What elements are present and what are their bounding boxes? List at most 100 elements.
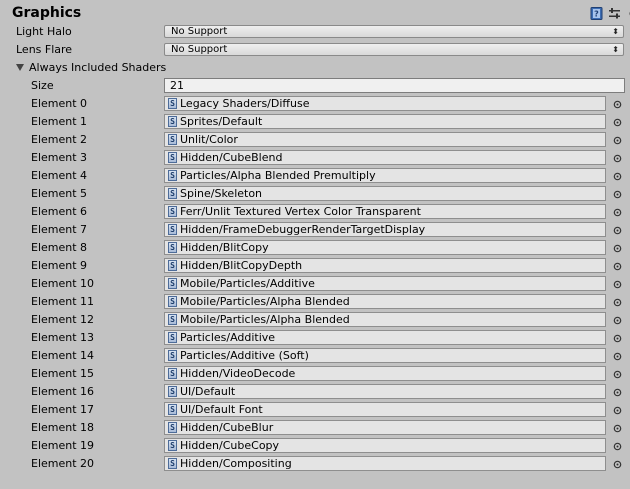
shader-object-field[interactable]: S Mobile/Particles/Additive bbox=[164, 276, 606, 291]
element-label: Element 17 bbox=[31, 403, 95, 416]
lens-flare-label: Lens Flare bbox=[16, 43, 73, 56]
object-picker-icon[interactable] bbox=[613, 135, 622, 145]
element-label: Element 2 bbox=[31, 133, 88, 146]
shader-element-row: Element 11 S Mobile/Particles/Alpha Blende… bbox=[0, 293, 630, 311]
shader-element-row: Element 19 S Hidden/CubeCopy bbox=[0, 437, 630, 455]
shader-element-row: Element 1 S Sprites/Default bbox=[0, 113, 630, 131]
shader-object-field[interactable]: S UI/Default bbox=[164, 384, 606, 399]
shader-name: Hidden/BlitCopyDepth bbox=[180, 259, 303, 272]
element-label: Element 3 bbox=[31, 151, 88, 164]
object-picker-icon[interactable] bbox=[613, 441, 622, 451]
element-label: Element 7 bbox=[31, 223, 88, 236]
shader-name: Particles/Alpha Blended Premultiply bbox=[180, 169, 376, 182]
shader-name: Spine/Skeleton bbox=[180, 187, 263, 200]
lens-flare-dropdown[interactable]: No Support ⬍ bbox=[164, 43, 624, 56]
shader-object-field[interactable]: S Sprites/Default bbox=[164, 114, 606, 129]
shader-object-field[interactable]: S Particles/Additive bbox=[164, 330, 606, 345]
object-picker-icon[interactable] bbox=[613, 243, 622, 253]
shader-object-field[interactable]: S UI/Default Font bbox=[164, 402, 606, 417]
shader-icon: S bbox=[168, 242, 177, 253]
object-picker-icon[interactable] bbox=[613, 423, 622, 433]
shader-element-row: Element 13 S Particles/Additive bbox=[0, 329, 630, 347]
shader-element-row: Element 15 S Hidden/VideoDecode bbox=[0, 365, 630, 383]
object-picker-icon[interactable] bbox=[613, 297, 622, 307]
light-halo-dropdown[interactable]: No Support ⬍ bbox=[164, 25, 624, 38]
shader-name: UI/Default bbox=[180, 385, 236, 398]
element-label: Element 18 bbox=[31, 421, 95, 434]
shader-element-row: Element 17 S UI/Default Font bbox=[0, 401, 630, 419]
shader-name: Hidden/BlitCopy bbox=[180, 241, 269, 254]
element-label: Element 11 bbox=[31, 295, 95, 308]
shader-object-field[interactable]: S Ferr/Unlit Textured Vertex Color Transp… bbox=[164, 204, 606, 219]
shader-element-row: Element 8 S Hidden/BlitCopy bbox=[0, 239, 630, 257]
shader-object-field[interactable]: S Hidden/CubeBlur bbox=[164, 420, 606, 435]
shader-element-row: Element 10 S Mobile/Particles/Additive bbox=[0, 275, 630, 293]
shader-object-field[interactable]: S Hidden/Compositing bbox=[164, 456, 606, 471]
shader-object-field[interactable]: S Hidden/CubeCopy bbox=[164, 438, 606, 453]
object-picker-icon[interactable] bbox=[613, 315, 622, 325]
shader-name: Ferr/Unlit Textured Vertex Color Transpa… bbox=[180, 205, 421, 218]
shader-object-field[interactable]: S Hidden/FrameDebuggerRenderTargetDisplay bbox=[164, 222, 606, 237]
shader-name: Hidden/FrameDebuggerRenderTargetDisplay bbox=[180, 223, 426, 236]
shader-name: Hidden/Compositing bbox=[180, 457, 292, 470]
shader-object-field[interactable]: S Legacy Shaders/Diffuse bbox=[164, 96, 606, 111]
shader-object-field[interactable]: S Mobile/Particles/Alpha Blended bbox=[164, 294, 606, 309]
shader-name: Unlit/Color bbox=[180, 133, 238, 146]
element-label: Element 9 bbox=[31, 259, 88, 272]
object-picker-icon[interactable] bbox=[613, 369, 622, 379]
size-row: Size 21 bbox=[0, 77, 630, 95]
foldout-arrow-icon[interactable] bbox=[16, 64, 24, 71]
object-picker-icon[interactable] bbox=[613, 189, 622, 199]
shader-element-row: Element 2 S Unlit/Color bbox=[0, 131, 630, 149]
element-label: Element 8 bbox=[31, 241, 88, 254]
shader-icon: S bbox=[168, 314, 177, 325]
object-picker-icon[interactable] bbox=[613, 405, 622, 415]
gear-icon[interactable] bbox=[624, 7, 630, 20]
object-picker-icon[interactable] bbox=[613, 261, 622, 271]
shader-icon: S bbox=[168, 404, 177, 415]
shader-name: Mobile/Particles/Alpha Blended bbox=[180, 313, 350, 326]
element-label: Element 4 bbox=[31, 169, 88, 182]
light-halo-label: Light Halo bbox=[16, 25, 72, 38]
shader-object-field[interactable]: S Spine/Skeleton bbox=[164, 186, 606, 201]
object-picker-icon[interactable] bbox=[613, 99, 622, 109]
object-picker-icon[interactable] bbox=[613, 459, 622, 469]
object-picker-icon[interactable] bbox=[613, 153, 622, 163]
shader-icon: S bbox=[168, 188, 177, 199]
object-picker-icon[interactable] bbox=[613, 279, 622, 289]
shaders-foldout[interactable]: Always Included Shaders bbox=[0, 59, 630, 77]
preset-icon[interactable] bbox=[608, 7, 621, 20]
shader-element-row: Element 20 S Hidden/Compositing bbox=[0, 455, 630, 473]
shader-object-field[interactable]: S Unlit/Color bbox=[164, 132, 606, 147]
object-picker-icon[interactable] bbox=[613, 387, 622, 397]
shader-object-field[interactable]: S Hidden/BlitCopy bbox=[164, 240, 606, 255]
lens-flare-row: Lens Flare No Support ⬍ bbox=[0, 41, 630, 59]
shader-object-field[interactable]: S Particles/Additive (Soft) bbox=[164, 348, 606, 363]
shader-element-row: Element 18 S Hidden/CubeBlur bbox=[0, 419, 630, 437]
shader-icon: S bbox=[168, 350, 177, 361]
element-label: Element 20 bbox=[31, 457, 95, 470]
size-value: 21 bbox=[170, 79, 184, 92]
shader-name: Hidden/CubeBlend bbox=[180, 151, 283, 164]
object-picker-icon[interactable] bbox=[613, 333, 622, 343]
object-picker-icon[interactable] bbox=[613, 207, 622, 217]
shader-object-field[interactable]: S Particles/Alpha Blended Premultiply bbox=[164, 168, 606, 183]
shader-object-field[interactable]: S Mobile/Particles/Alpha Blended bbox=[164, 312, 606, 327]
shader-element-row: Element 9 S Hidden/BlitCopyDepth bbox=[0, 257, 630, 275]
dropdown-arrows-icon: ⬍ bbox=[612, 45, 619, 54]
shader-element-row: Element 6 S Ferr/Unlit Textured Vertex Col… bbox=[0, 203, 630, 221]
shader-icon: S bbox=[168, 296, 177, 307]
object-picker-icon[interactable] bbox=[613, 117, 622, 127]
object-picker-icon[interactable] bbox=[613, 351, 622, 361]
element-label: Element 15 bbox=[31, 367, 95, 380]
shader-element-row: Element 0 S Legacy Shaders/Diffuse bbox=[0, 95, 630, 113]
object-picker-icon[interactable] bbox=[613, 225, 622, 235]
element-label: Element 19 bbox=[31, 439, 95, 452]
shader-object-field[interactable]: S Hidden/BlitCopyDepth bbox=[164, 258, 606, 273]
shader-object-field[interactable]: S Hidden/CubeBlend bbox=[164, 150, 606, 165]
help-icon[interactable]: ? bbox=[590, 7, 603, 20]
object-picker-icon[interactable] bbox=[613, 171, 622, 181]
shader-object-field[interactable]: S Hidden/VideoDecode bbox=[164, 366, 606, 381]
shader-name: Hidden/CubeBlur bbox=[180, 421, 274, 434]
size-field[interactable]: 21 bbox=[164, 78, 625, 93]
